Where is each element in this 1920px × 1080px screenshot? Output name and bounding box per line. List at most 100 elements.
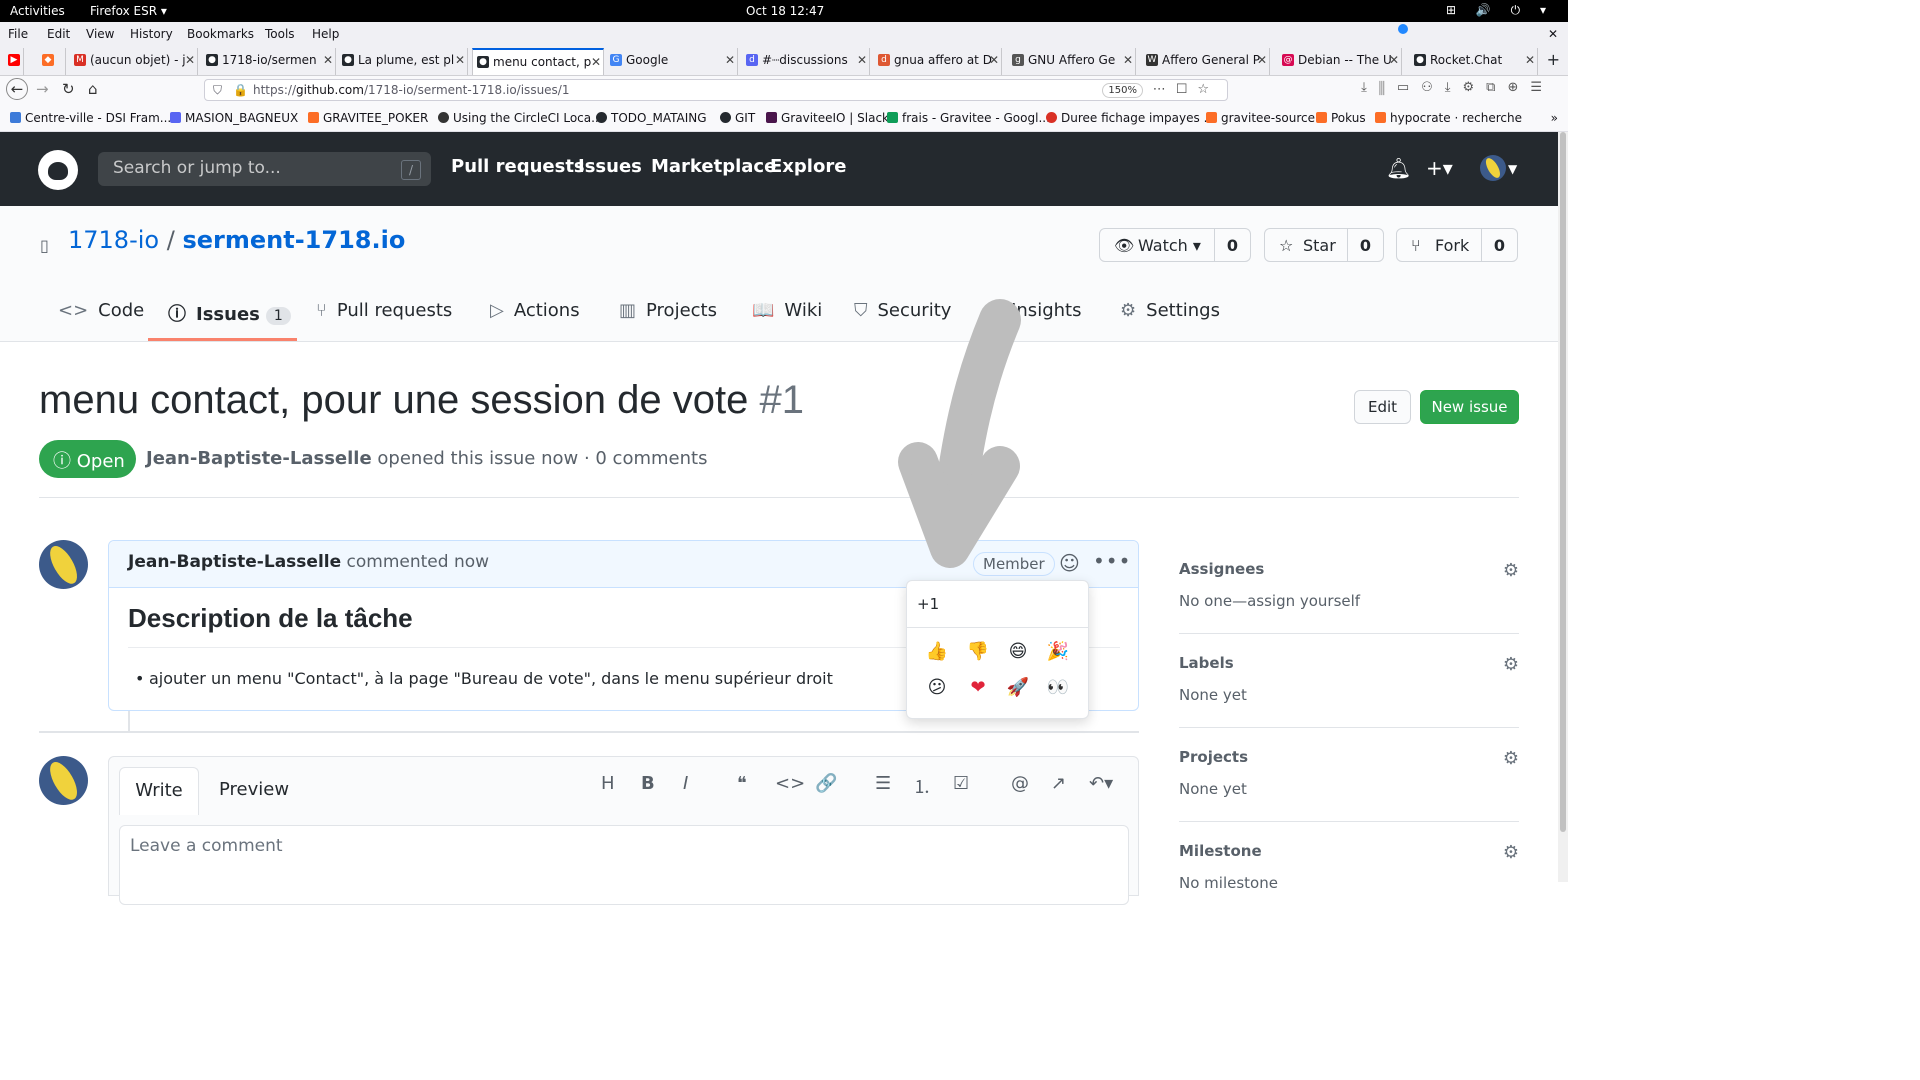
code-icon[interactable]: <>: [775, 773, 805, 794]
browser-tab[interactable]: ● 1718-io/sermen ✕: [202, 48, 336, 75]
nav-issues[interactable]: Issues: [578, 156, 642, 177]
menu-edit[interactable]: Edit: [47, 27, 70, 41]
search-input[interactable]: Search or jump to... /: [98, 152, 431, 186]
more-options-icon[interactable]: •••: [1093, 549, 1131, 573]
menu-history[interactable]: History: [130, 27, 173, 41]
window-close-icon[interactable]: ✕: [1548, 27, 1558, 41]
tab-projects[interactable]: ▥ Projects: [619, 300, 717, 321]
add-reaction-icon[interactable]: ☺: [1059, 551, 1080, 575]
bookmark-item[interactable]: GraviteeIO | Slack: [766, 111, 889, 125]
bookmarks-overflow-icon[interactable]: »: [1551, 111, 1558, 125]
eyes-icon[interactable]: 👀: [1043, 673, 1073, 703]
close-tab-icon[interactable]: ✕: [323, 53, 333, 67]
browser-tab[interactable]: M (aucun objet) - j ✕: [70, 48, 198, 75]
nav-marketplace[interactable]: Marketplace: [651, 156, 776, 177]
browser-tab[interactable]: d #┈discussions ✕: [742, 48, 870, 75]
app-menu-button[interactable]: Firefox ESR ▾: [90, 4, 167, 18]
browser-tab[interactable]: W Affero General P ✕: [1142, 48, 1270, 75]
url-bar[interactable]: ⛉ 🔒 https://github.com/1718-io/serment-1…: [204, 79, 1228, 101]
menu-help[interactable]: Help: [312, 27, 339, 41]
new-tab-icon[interactable]: +: [1547, 50, 1560, 69]
tab-issues[interactable]: ⓘ Issues 1: [168, 300, 291, 326]
close-tab-icon[interactable]: ✕: [1525, 53, 1535, 67]
home-icon[interactable]: ⌂: [88, 80, 98, 98]
close-tab-icon[interactable]: ✕: [1257, 53, 1267, 67]
fork-count[interactable]: 0: [1481, 229, 1517, 261]
notifications-bell-icon[interactable]: 🔔︎: [1386, 156, 1411, 180]
close-tab-icon[interactable]: ✕: [1123, 53, 1133, 67]
mention-icon[interactable]: @: [1011, 773, 1029, 794]
star-count[interactable]: 0: [1347, 229, 1383, 261]
close-tab-icon[interactable]: ✕: [989, 53, 999, 67]
bookmark-item[interactable]: gravitee-source: [1206, 111, 1315, 125]
link-icon[interactable]: 🔗: [815, 773, 837, 794]
bookmark-item[interactable]: frais - Gravitee - Googl...: [887, 111, 1050, 125]
star-button[interactable]: ☆ Star 0: [1264, 228, 1384, 262]
menu-bookmarks[interactable]: Bookmarks: [187, 27, 254, 41]
bold-icon[interactable]: B: [641, 773, 655, 794]
quote-icon[interactable]: ❝: [737, 773, 747, 794]
menu-tools[interactable]: Tools: [265, 27, 295, 41]
page-actions[interactable]: ⋯☐☆: [1153, 82, 1219, 97]
heading-icon[interactable]: H: [601, 773, 615, 794]
watch-button[interactable]: 👁︎ Watch ▾ 0: [1099, 228, 1251, 262]
github-logo-icon[interactable]: [38, 150, 78, 190]
menu-file[interactable]: File: [8, 27, 28, 41]
cross-reference-icon[interactable]: ↗: [1051, 773, 1066, 794]
tab-actions[interactable]: ▷ Actions: [490, 300, 580, 321]
numbered-list-icon[interactable]: ⒈: [913, 773, 931, 799]
comment-textarea[interactable]: Leave a comment: [119, 825, 1129, 905]
chevron-down-icon[interactable]: ▼: [1508, 162, 1517, 176]
tab-settings[interactable]: ⚙ Settings: [1120, 300, 1220, 321]
browser-tab[interactable]: @ Debian -- The U ✕: [1278, 48, 1402, 75]
watch-count[interactable]: 0: [1214, 229, 1250, 261]
thumbs-up-icon[interactable]: 👍: [922, 637, 952, 667]
bookmark-item[interactable]: TODO_MATAING: [596, 111, 707, 125]
nav-pull-requests[interactable]: Pull requests: [451, 156, 585, 177]
nav-explore[interactable]: Explore: [770, 156, 846, 177]
close-tab-icon[interactable]: ✕: [1389, 53, 1399, 67]
bookmark-item[interactable]: Using the CircleCI Loca...: [438, 111, 603, 125]
heart-icon[interactable]: ❤: [963, 673, 993, 703]
issue-author-link[interactable]: Jean-Baptiste-Lasselle: [146, 448, 372, 469]
gear-icon[interactable]: ⚙: [1503, 560, 1519, 581]
bookmark-item[interactable]: MASION_BAGNEUX: [170, 111, 298, 125]
thumbs-down-icon[interactable]: 👎: [963, 637, 993, 667]
comment-time[interactable]: commented now: [347, 552, 490, 572]
user-avatar[interactable]: [1480, 155, 1506, 181]
toolbar-icons[interactable]: ⤓⫼▭⚇⤓⚙⧉⊕☰: [1361, 80, 1554, 95]
tab-write[interactable]: Write: [119, 767, 199, 815]
tab-code[interactable]: <> Code: [58, 300, 144, 321]
pinned-tab-youtube[interactable]: ▶: [4, 48, 24, 75]
edit-button[interactable]: Edit: [1354, 390, 1411, 424]
hooray-icon[interactable]: 🎉: [1043, 637, 1073, 667]
task-list-icon[interactable]: ☑: [953, 773, 969, 794]
close-tab-icon[interactable]: ✕: [455, 53, 465, 67]
rocket-icon[interactable]: 🚀: [1003, 673, 1033, 703]
browser-tab[interactable]: ● La plume, est pl ✕: [338, 48, 468, 75]
bookmark-item[interactable]: GRAVITEE_POKER: [308, 111, 428, 125]
fork-button[interactable]: ⑂ Fork 0: [1396, 228, 1518, 262]
reload-icon[interactable]: ↻: [62, 80, 75, 98]
back-icon[interactable]: ←: [6, 78, 28, 100]
bookmark-item[interactable]: Duree fichage impayes ...: [1046, 111, 1215, 125]
tab-preview[interactable]: Preview: [219, 767, 289, 815]
shield-icon[interactable]: ⛉: [213, 83, 222, 98]
gear-icon[interactable]: ⚙: [1503, 748, 1519, 769]
bookmark-item[interactable]: hypocrate · recherche: [1375, 111, 1522, 125]
pinned-tab-gitlab[interactable]: ◆: [38, 48, 66, 75]
new-issue-button[interactable]: New issue: [1420, 390, 1519, 424]
bulleted-list-icon[interactable]: ☰: [875, 773, 891, 794]
close-tab-icon[interactable]: ✕: [725, 53, 735, 67]
comment-author-link[interactable]: Jean-Baptiste-Lasselle: [128, 552, 341, 572]
menu-view[interactable]: View: [86, 27, 114, 41]
close-tab-icon[interactable]: ✕: [185, 53, 195, 67]
bookmark-item[interactable]: Pokus: [1316, 111, 1366, 125]
scrollbar-thumb[interactable]: [1560, 132, 1566, 832]
tab-insights[interactable]: ∿ Insights: [986, 300, 1081, 321]
repo-owner-link[interactable]: 1718-io: [68, 226, 159, 254]
create-new-icon[interactable]: +▾: [1426, 156, 1453, 180]
sidebar-value[interactable]: No one—assign yourself: [1179, 592, 1360, 610]
browser-tab[interactable]: d gnua affero at D ✕: [874, 48, 1002, 75]
lock-icon[interactable]: 🔒: [233, 83, 248, 97]
